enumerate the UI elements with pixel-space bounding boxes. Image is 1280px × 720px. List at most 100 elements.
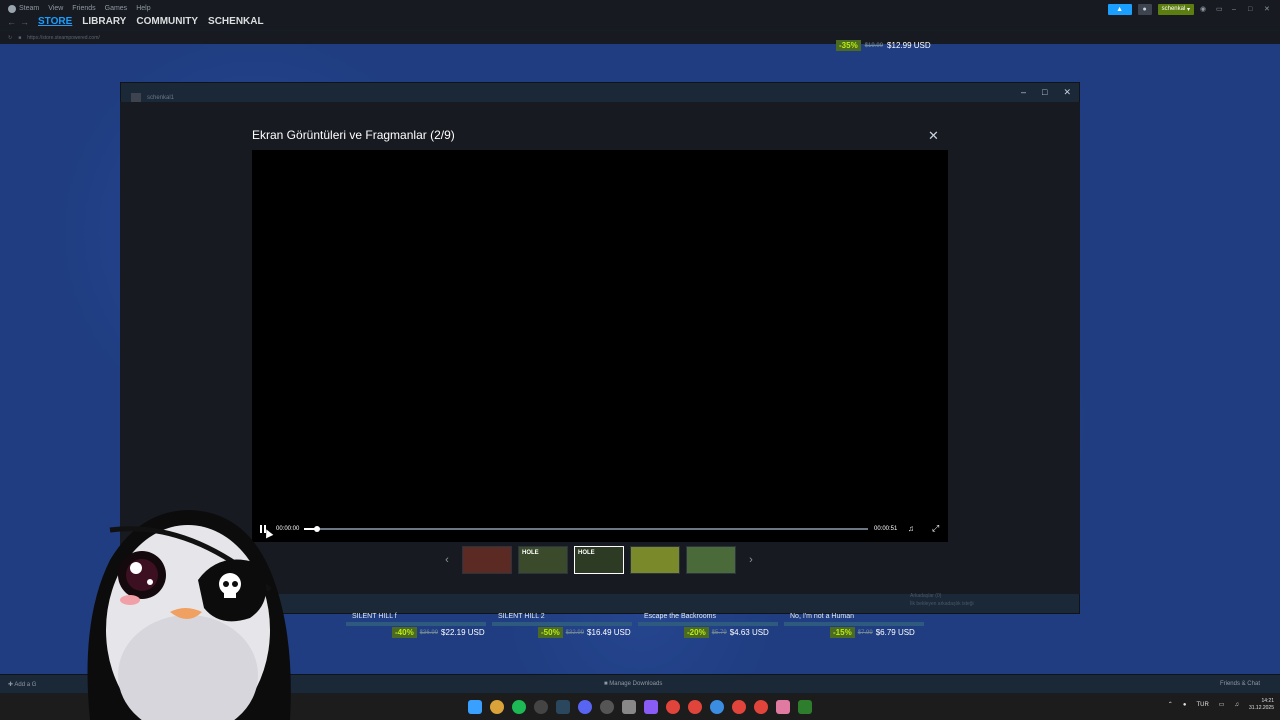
clock-date: 31.12.2025 [1248, 704, 1274, 711]
add-game-label: Add a G [14, 682, 37, 688]
media-thumbnail[interactable] [686, 546, 736, 574]
menu-friends[interactable]: Friends [72, 5, 95, 12]
game-card[interactable]: SILENT HILL 2 -50% $32.99 $16.49 USD [492, 612, 638, 644]
old-price: $5.79 [711, 629, 727, 636]
file-icon[interactable] [622, 700, 636, 714]
tab-store[interactable]: STORE [38, 16, 72, 27]
modal-title: Ekran Görüntüleri ve Fragmanlar (2/9) [252, 128, 455, 142]
tab-community[interactable]: COMMUNITY [136, 16, 198, 27]
notifications-button[interactable]: ● [1137, 3, 1152, 15]
big-picture-icon[interactable]: ▭ [1216, 5, 1226, 13]
clock[interactable]: 14:21 31.12.2025 [1249, 698, 1274, 711]
game-card[interactable]: Escape the Backrooms -20% $5.79 $4.63 US… [638, 612, 784, 644]
top-right-controls: ▲ ● schenkal ▾ ◉ ▭ – □ ✕ [1107, 3, 1280, 15]
add-game-button[interactable]: ✚ Add a G [8, 681, 36, 688]
lock-icon: ■ [18, 34, 22, 41]
tab-profile[interactable]: SCHENKAL [208, 16, 264, 27]
language-indicator[interactable]: TUR [1196, 702, 1208, 708]
xbox-icon[interactable] [798, 700, 812, 714]
chrome-icon[interactable] [732, 700, 746, 714]
chrome-icon[interactable] [754, 700, 768, 714]
discount-badge: -50% [538, 627, 563, 638]
game-card[interactable]: No, I'm not a Human -15% $7.99 $6.79 USD [784, 612, 930, 644]
chrome-icon[interactable] [666, 700, 680, 714]
friends-panel[interactable]: Arkadaşlar (0) İlk bekleyen arkadaşlık i… [910, 592, 974, 608]
game-card-strip [784, 622, 924, 626]
video-player[interactable]: 00:00:00 00:00:51 ♫ ⤢ [252, 150, 948, 542]
friend-request-note: İlk bekleyen arkadaşlık isteği [910, 601, 974, 607]
friends-chat-button[interactable]: Friends & Chat [1220, 681, 1260, 687]
thumbnail-strip: ‹ HOLE HOLE › [438, 546, 760, 574]
speaker-icon[interactable]: ♫ [1234, 702, 1239, 708]
announcements-button[interactable]: ▲ [1107, 3, 1132, 15]
game-card[interactable]: SILENT HILL f -40% $36.99 $22.19 USD [346, 612, 492, 644]
friends-chat-label: Friends & Chat [1219, 681, 1260, 687]
final-price: $12.99 USD [887, 41, 931, 50]
menu-games[interactable]: Games [105, 5, 128, 12]
close-icon[interactable]: ✕ [1063, 87, 1071, 98]
old-price: $7.99 [857, 629, 873, 636]
maximize-icon[interactable]: □ [1042, 87, 1047, 98]
minimize-icon[interactable]: – [1232, 6, 1242, 13]
media-thumbnail[interactable]: HOLE [518, 546, 568, 574]
app-pink-icon[interactable] [776, 700, 790, 714]
username-label: schenkal [1161, 6, 1186, 12]
chrome-icon[interactable] [688, 700, 702, 714]
menu-view[interactable]: View [48, 5, 63, 12]
app-purple-icon[interactable] [644, 700, 658, 714]
game-title: Escape the Backrooms [644, 613, 716, 620]
back-forward-icon[interactable]: ←→ [7, 17, 33, 27]
volume-icon[interactable]: ♫ [908, 524, 914, 533]
window-username: schenkal1 [147, 95, 175, 101]
fullscreen-icon[interactable]: ⤢ [932, 523, 939, 534]
final-price: $16.49 USD [587, 628, 631, 637]
discount-badge: -20% [684, 627, 709, 638]
final-price: $6.79 USD [875, 628, 915, 637]
close-icon[interactable]: ✕ [1264, 5, 1274, 13]
manage-downloads-button[interactable]: ■ Manage Downloads [604, 681, 662, 687]
bell-icon: ● [1142, 5, 1147, 13]
chrome-icon[interactable] [710, 700, 724, 714]
obs-icon[interactable] [534, 700, 548, 714]
game-price: -15% $7.99 $6.79 USD [830, 627, 915, 638]
seek-bar[interactable] [304, 526, 868, 532]
discount-badge: -40% [392, 627, 417, 638]
reload-icon[interactable]: ↻ [8, 35, 12, 41]
discord-icon[interactable] [578, 700, 592, 714]
microphone-icon[interactable]: ● [1183, 702, 1187, 708]
tab-library[interactable]: LIBRARY [82, 16, 126, 27]
top-sale-price[interactable]: -35% $19.99 $12.99 USD [836, 40, 931, 51]
game-price: -20% $5.79 $4.63 USD [684, 627, 769, 638]
chevron-left-icon[interactable]: ‹ [438, 549, 456, 571]
game-price: -50% $32.99 $16.49 USD [538, 627, 631, 638]
maximize-icon[interactable]: □ [1248, 6, 1258, 13]
media-thumbnail[interactable] [462, 546, 512, 574]
spotify-icon[interactable] [512, 700, 526, 714]
menu-help[interactable]: Help [136, 5, 150, 12]
media-thumbnail[interactable] [630, 546, 680, 574]
network-icon[interactable]: ▭ [1219, 701, 1225, 708]
minimize-icon[interactable]: – [1021, 87, 1026, 98]
chrome-icon[interactable] [490, 700, 504, 714]
total-time: 00:00:51 [874, 526, 898, 532]
seek-handle[interactable] [313, 526, 320, 532]
chevron-right-icon[interactable]: › [742, 549, 760, 571]
app-icon[interactable] [600, 700, 614, 714]
discount-badge: -35% [836, 40, 861, 51]
steam-taskbar-icon[interactable] [556, 700, 570, 714]
game-card-strip [346, 622, 486, 626]
menu-steam[interactable]: Steam [19, 5, 39, 12]
old-price: $36.99 [419, 629, 439, 636]
modal-close-icon[interactable]: ✕ [928, 128, 939, 144]
game-title: SILENT HILL f [352, 613, 397, 620]
final-price: $22.19 USD [441, 628, 485, 637]
final-price: $4.63 USD [729, 628, 769, 637]
windows-start-icon[interactable] [468, 700, 482, 714]
url-text[interactable]: https://store.steampowered.com/ [27, 35, 100, 41]
media-thumbnail-selected[interactable]: HOLE [574, 546, 624, 574]
tray-chevron-icon[interactable]: ⌃ [1168, 701, 1173, 708]
discount-badge: -15% [830, 627, 855, 638]
old-price: $32.99 [565, 629, 585, 636]
controller-icon[interactable]: ◉ [1200, 5, 1210, 13]
account-menu-button[interactable]: schenkal ▾ [1157, 3, 1194, 15]
